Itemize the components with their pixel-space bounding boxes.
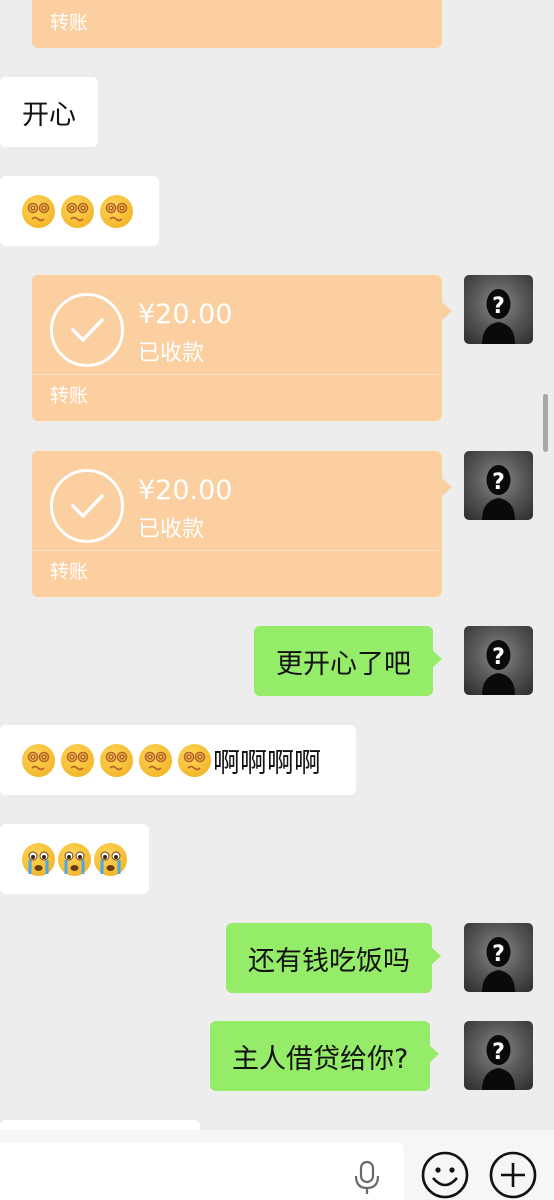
smiley-icon[interactable]	[420, 1150, 470, 1200]
dizzy-face-emoji	[178, 743, 211, 777]
check-icon	[50, 293, 124, 367]
crying-face-emoji	[22, 842, 55, 876]
dizzy-face-emoji	[100, 743, 133, 777]
avatar[interactable]: ?	[464, 275, 533, 344]
avatar[interactable]: ?	[464, 451, 533, 520]
message-text: 主人借贷给你?	[232, 1043, 409, 1075]
chat-area[interactable]: 转账 开心 ¥20.00 已收款 转账 ? ¥20.00 已收款 转账 ? 更开…	[0, 0, 554, 1130]
input-bar	[0, 1130, 554, 1200]
svg-text:?: ?	[492, 294, 505, 319]
scrollbar[interactable]	[543, 394, 548, 452]
message-input[interactable]	[0, 1143, 404, 1200]
transfer-label: 转账	[50, 561, 89, 583]
transfer-card[interactable]: ¥20.00 已收款 转账	[32, 275, 452, 421]
dizzy-face-emoji	[22, 743, 55, 777]
dizzy-face-emoji	[139, 743, 172, 777]
transfer-status: 已收款	[138, 517, 205, 542]
outgoing-message[interactable]: 还有钱吃饭吗	[226, 923, 441, 993]
svg-text:?: ?	[492, 470, 505, 495]
incoming-message[interactable]: 啊啊啊啊	[0, 725, 356, 795]
dizzy-face-emoji	[61, 194, 94, 228]
mic-icon[interactable]	[352, 1160, 382, 1196]
svg-text:?: ?	[492, 645, 505, 670]
transfer-card-partial[interactable]: 转账	[32, 0, 442, 48]
incoming-emoji-message[interactable]	[0, 824, 149, 894]
message-text: 开心	[22, 99, 76, 131]
transfer-card[interactable]: ¥20.00 已收款 转账	[32, 451, 452, 597]
dizzy-face-emoji	[61, 743, 94, 777]
transfer-label: 转账	[50, 385, 89, 407]
avatar[interactable]: ?	[464, 1021, 533, 1090]
check-icon	[50, 469, 124, 543]
divider	[32, 550, 442, 551]
message-text: 还有钱吃饭吗	[248, 945, 410, 977]
transfer-label: 转账	[50, 12, 89, 34]
dizzy-face-emoji	[22, 194, 55, 228]
incoming-message[interactable]: 开心	[0, 77, 98, 147]
incoming-message-partial[interactable]	[0, 1120, 200, 1130]
transfer-amount: ¥20.00	[138, 299, 233, 330]
transfer-amount: ¥20.00	[138, 475, 233, 506]
svg-text:?: ?	[492, 1040, 505, 1065]
message-text: 更开心了吧	[276, 648, 411, 680]
plus-icon[interactable]	[488, 1150, 538, 1200]
svg-text:?: ?	[492, 942, 505, 967]
incoming-emoji-message[interactable]	[0, 176, 159, 246]
crying-face-emoji	[58, 842, 91, 876]
crying-face-emoji	[94, 842, 127, 876]
outgoing-message[interactable]: 更开心了吧	[254, 626, 442, 696]
outgoing-message[interactable]: 主人借贷给你?	[210, 1021, 440, 1091]
avatar[interactable]: ?	[464, 923, 533, 992]
dizzy-face-emoji	[100, 194, 133, 228]
message-text: 啊啊啊啊	[213, 747, 321, 779]
divider	[32, 374, 442, 375]
transfer-status: 已收款	[138, 341, 205, 366]
avatar[interactable]: ?	[464, 626, 533, 695]
